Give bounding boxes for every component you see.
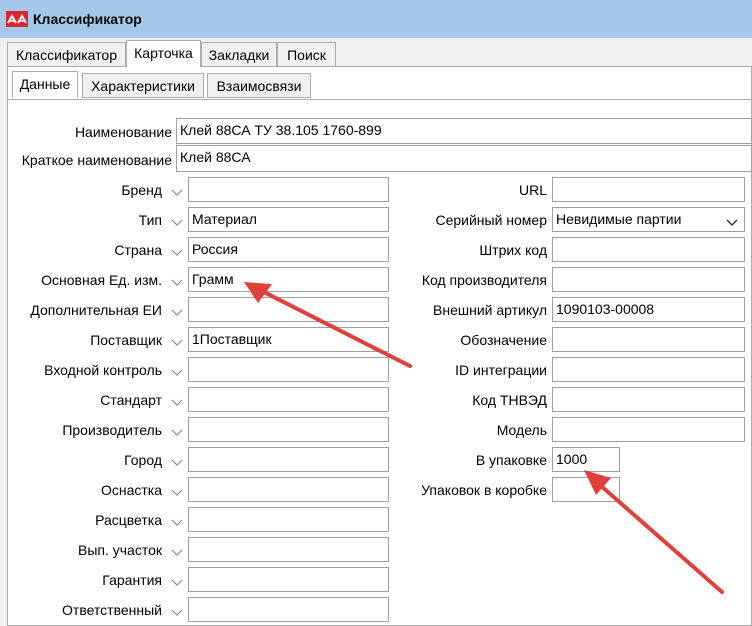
title-bar: Классификатор	[0, 0, 752, 38]
chevron-down-icon[interactable]	[171, 574, 183, 586]
left-field-label: Страна	[114, 242, 162, 258]
right-field-input[interactable]	[552, 387, 745, 412]
left-field-input[interactable]: Россия	[188, 237, 389, 262]
chevron-down-icon[interactable]	[171, 334, 183, 346]
right-field-label: Модель	[496, 422, 547, 438]
right-field-input[interactable]	[552, 267, 745, 292]
tab-classifier[interactable]: Классификатор	[7, 42, 126, 67]
right-field-input[interactable]	[552, 477, 620, 502]
chevron-down-icon[interactable]	[171, 184, 183, 196]
left-field-input[interactable]	[188, 177, 389, 202]
left-field-input[interactable]	[188, 597, 389, 622]
right-field-label: Код ТНВЭД	[472, 392, 547, 408]
chevron-down-icon[interactable]	[171, 544, 183, 556]
chevron-down-icon[interactable]	[171, 484, 183, 496]
right-field-label: URL	[518, 182, 547, 198]
left-field-label: Гарантия	[102, 572, 162, 588]
right-field-label: Обозначение	[460, 332, 547, 348]
right-field-label: Упаковок в коробке	[421, 482, 547, 498]
left-field-label: Тип	[138, 212, 162, 228]
chevron-down-icon[interactable]	[171, 454, 183, 466]
left-field-label: Город	[124, 452, 162, 468]
right-field-input[interactable]: 1000	[552, 447, 620, 472]
left-field-label: Дополнительная ЕИ	[30, 302, 162, 318]
chevron-down-icon[interactable]	[171, 214, 183, 226]
left-field-label: Стандарт	[100, 392, 162, 408]
chevron-down-icon[interactable]	[171, 364, 183, 376]
tab-characteristics[interactable]: Характеристики	[82, 73, 204, 98]
tab-search[interactable]: Поиск	[277, 42, 336, 67]
right-field-input[interactable]: Невидимые партии	[552, 207, 745, 232]
right-field-input[interactable]	[552, 237, 745, 262]
chevron-down-icon[interactable]	[171, 424, 183, 436]
left-field-input[interactable]	[188, 297, 389, 322]
left-field-input[interactable]: 1Поставщик	[188, 327, 389, 352]
window-title: Классификатор	[33, 11, 142, 27]
name-label: Наименование	[74, 124, 172, 140]
tab-data[interactable]: Данные	[12, 71, 78, 98]
tab-card[interactable]: Карточка	[126, 40, 201, 67]
left-field-label: Расцветка	[95, 512, 162, 528]
left-field-label: Бренд	[121, 182, 162, 198]
right-field-input[interactable]	[552, 417, 745, 442]
left-field-input[interactable]	[188, 357, 389, 382]
right-field-label: В упаковке	[475, 452, 547, 468]
chevron-down-icon[interactable]	[171, 394, 183, 406]
left-field-input[interactable]: Грамм	[188, 267, 389, 292]
right-field-input[interactable]	[552, 357, 745, 382]
name-input[interactable]: Клей 88СА ТУ 38.105 1760-899	[176, 118, 752, 144]
chevron-down-icon[interactable]	[171, 604, 183, 616]
chevron-down-icon[interactable]	[726, 214, 738, 226]
left-field-input[interactable]	[188, 387, 389, 412]
short-name-label: Краткое наименование	[21, 152, 172, 168]
app-logo-icon	[6, 11, 28, 27]
left-field-label: Входной контроль	[44, 362, 162, 378]
right-field-input[interactable]: 1090103-00008	[552, 297, 745, 322]
right-field-label: Внешний артикул	[433, 302, 547, 318]
tab-relations[interactable]: Взаимосвязи	[207, 73, 311, 98]
right-field-input[interactable]	[552, 177, 745, 202]
right-field-input[interactable]	[552, 327, 745, 352]
right-field-label: Код производителя	[421, 272, 547, 288]
left-field-input[interactable]	[188, 537, 389, 562]
left-field-input[interactable]	[188, 447, 389, 472]
left-field-input[interactable]	[188, 507, 389, 532]
left-field-input[interactable]	[188, 477, 389, 502]
left-field-label: Производитель	[62, 422, 162, 438]
chevron-down-icon[interactable]	[171, 274, 183, 286]
left-field-label: Оснастка	[100, 482, 162, 498]
left-field-label: Вып. участок	[77, 542, 162, 558]
left-field-input[interactable]	[188, 567, 389, 592]
chevron-down-icon[interactable]	[171, 304, 183, 316]
chevron-down-icon[interactable]	[171, 514, 183, 526]
tab-bookmarks[interactable]: Закладки	[201, 42, 277, 67]
right-field-label: Серийный номер	[435, 212, 547, 228]
short-name-input[interactable]: Клей 88СА	[176, 145, 752, 172]
left-field-label: Основная Ед. изм.	[41, 272, 162, 288]
left-field-input[interactable]	[188, 417, 389, 442]
right-field-label: Штрих код	[479, 242, 547, 258]
left-field-input[interactable]: Материал	[188, 207, 389, 232]
right-field-label: ID интеграции	[455, 362, 547, 378]
left-field-label: Поставщик	[90, 332, 162, 348]
left-field-label: Ответственный	[62, 602, 162, 618]
chevron-down-icon[interactable]	[171, 244, 183, 256]
